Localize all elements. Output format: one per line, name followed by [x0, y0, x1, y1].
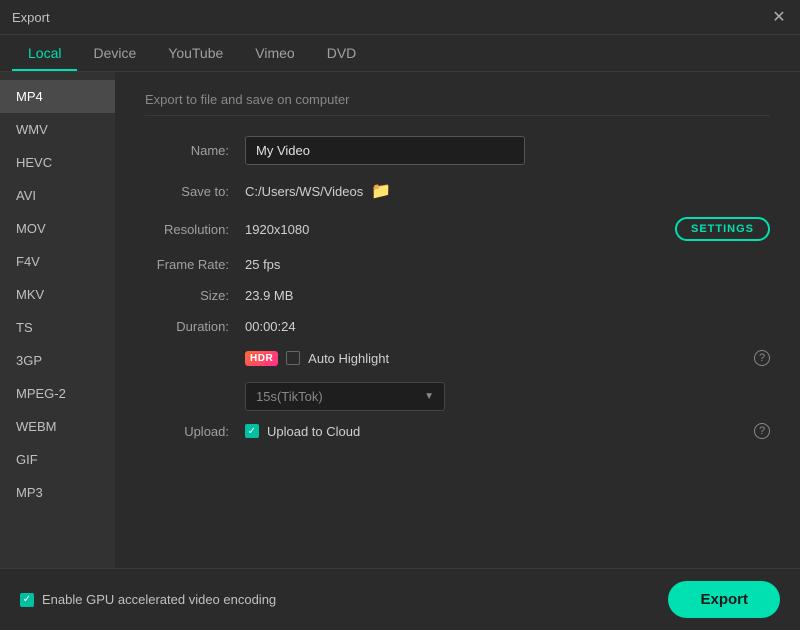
- highlight-row: HDR Auto Highlight ?: [245, 350, 770, 366]
- format-wmv[interactable]: WMV: [0, 113, 115, 146]
- tab-vimeo[interactable]: Vimeo: [239, 35, 310, 71]
- upload-value-row: Upload to Cloud ?: [245, 423, 770, 439]
- duration-label: Duration:: [145, 319, 245, 334]
- saveto-path: C:/Users/WS/Videos: [245, 184, 363, 199]
- format-mkv[interactable]: MKV: [0, 278, 115, 311]
- tiktok-dropdown-value: 15s(TikTok): [256, 389, 323, 404]
- autohighlight-checkbox[interactable]: [286, 351, 300, 365]
- name-row: Name:: [145, 136, 770, 165]
- upload-label: Upload:: [145, 424, 245, 439]
- gpu-row: Enable GPU accelerated video encoding: [20, 592, 276, 607]
- size-label: Size:: [145, 288, 245, 303]
- duration-value: 00:00:24: [245, 319, 770, 334]
- autohighlight-row: HDR Auto Highlight ?: [145, 350, 770, 366]
- framerate-value: 25 fps: [245, 257, 770, 272]
- tab-local[interactable]: Local: [12, 35, 77, 71]
- tab-youtube[interactable]: YouTube: [152, 35, 239, 71]
- format-f4v[interactable]: F4V: [0, 245, 115, 278]
- resolution-row: Resolution: 1920x1080 SETTINGS: [145, 217, 770, 241]
- upload-cloud-checkbox[interactable]: [245, 424, 259, 438]
- resolution-value: 1920x1080: [245, 222, 659, 237]
- hdr-badge: HDR: [245, 351, 278, 366]
- format-gif[interactable]: GIF: [0, 443, 115, 476]
- export-panel: Export to file and save on computer Name…: [115, 72, 800, 568]
- export-button[interactable]: Export: [668, 581, 780, 618]
- close-button[interactable]: ✕: [770, 8, 788, 26]
- resolution-label: Resolution:: [145, 222, 245, 237]
- settings-button[interactable]: SETTINGS: [675, 217, 770, 241]
- format-ts[interactable]: TS: [0, 311, 115, 344]
- tiktok-dropdown[interactable]: 15s(TikTok) ▼: [245, 382, 445, 411]
- format-avi[interactable]: AVI: [0, 179, 115, 212]
- name-input[interactable]: [245, 136, 525, 165]
- title-bar: Export ✕: [0, 0, 800, 35]
- autohighlight-help-icon[interactable]: ?: [754, 350, 770, 366]
- size-row: Size: 23.9 MB: [145, 288, 770, 303]
- saveto-row: Save to: C:/Users/WS/Videos 📁: [145, 181, 770, 201]
- format-mp3[interactable]: MP3: [0, 476, 115, 509]
- folder-icon[interactable]: 📁: [371, 181, 391, 201]
- size-value: 23.9 MB: [245, 288, 770, 303]
- tiktok-chevron-icon: ▼: [424, 391, 434, 402]
- saveto-value-row: C:/Users/WS/Videos 📁: [245, 181, 770, 201]
- window-title: Export: [12, 10, 50, 25]
- upload-cloud-text: Upload to Cloud: [267, 424, 746, 439]
- gpu-checkbox[interactable]: [20, 593, 34, 607]
- upload-row: Upload: Upload to Cloud ?: [145, 423, 770, 439]
- name-label: Name:: [145, 143, 245, 158]
- framerate-row: Frame Rate: 25 fps: [145, 257, 770, 272]
- tab-dvd[interactable]: DVD: [311, 35, 373, 71]
- main-content: MP4 WMV HEVC AVI MOV F4V MKV TS 3GP MPEG…: [0, 72, 800, 568]
- format-mov[interactable]: MOV: [0, 212, 115, 245]
- format-3gp[interactable]: 3GP: [0, 344, 115, 377]
- tab-device[interactable]: Device: [77, 35, 152, 71]
- panel-title: Export to file and save on computer: [145, 92, 770, 116]
- format-mpeg2[interactable]: MPEG-2: [0, 377, 115, 410]
- gpu-label: Enable GPU accelerated video encoding: [42, 592, 276, 607]
- resolution-value-row: 1920x1080 SETTINGS: [245, 217, 770, 241]
- autohighlight-text: Auto Highlight: [308, 351, 746, 366]
- framerate-label: Frame Rate:: [145, 257, 245, 272]
- duration-row: Duration: 00:00:24: [145, 319, 770, 334]
- saveto-label: Save to:: [145, 184, 245, 199]
- format-webm[interactable]: WEBM: [0, 410, 115, 443]
- format-mp4[interactable]: MP4: [0, 80, 115, 113]
- upload-help-icon[interactable]: ?: [754, 423, 770, 439]
- format-hevc[interactable]: HEVC: [0, 146, 115, 179]
- format-list: MP4 WMV HEVC AVI MOV F4V MKV TS 3GP MPEG…: [0, 72, 115, 568]
- tab-bar: Local Device YouTube Vimeo DVD: [0, 35, 800, 72]
- bottom-bar: Enable GPU accelerated video encoding Ex…: [0, 568, 800, 630]
